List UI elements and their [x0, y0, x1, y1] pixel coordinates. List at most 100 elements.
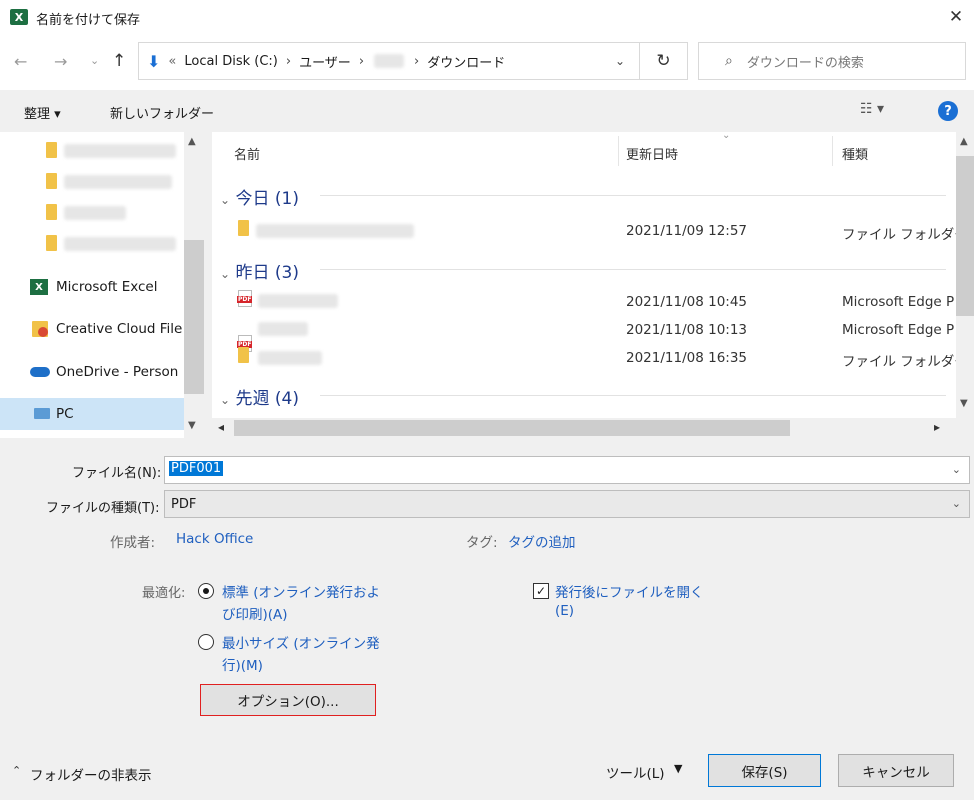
options-button[interactable]: オプション(O)... — [200, 684, 376, 716]
chevron-right-icon: › — [285, 53, 292, 69]
sidebar-item-blurred[interactable] — [64, 175, 172, 189]
file-date: 2021/11/08 10:45 — [626, 294, 748, 310]
tags-value[interactable]: タグの追加 — [508, 531, 576, 551]
sidebar-item-excel[interactable]: Microsoft Excel — [56, 279, 158, 295]
file-list-horizontal-scrollbar[interactable]: ◂ ▸ — [212, 418, 974, 438]
file-name-blurred[interactable] — [258, 351, 322, 365]
folder-icon — [238, 347, 249, 363]
recent-dropdown-icon[interactable]: ⌄ — [90, 54, 99, 67]
file-name-blurred[interactable] — [258, 322, 308, 336]
open-after-publish-label-1[interactable]: 発行後にファイルを開く — [555, 581, 704, 601]
group-divider — [320, 395, 946, 396]
open-after-publish-checkbox[interactable]: ✓ — [533, 583, 549, 599]
sidebar-item-blurred[interactable] — [64, 237, 176, 251]
folder-icon — [46, 204, 57, 220]
filename-input[interactable]: PDF001 — [169, 461, 224, 476]
breadcrumb-overflow[interactable]: « — [168, 54, 176, 69]
chevron-down-icon[interactable]: ⌄ — [952, 463, 961, 476]
help-icon[interactable]: ? — [938, 101, 958, 121]
scroll-left-icon[interactable]: ◂ — [218, 420, 224, 434]
chevron-down-icon[interactable]: ⌄ — [615, 54, 625, 68]
file-name-blurred[interactable] — [258, 294, 338, 308]
optimize-minimum-label-2[interactable]: 行)(M) — [222, 654, 263, 674]
breadcrumb-user-folder[interactable] — [374, 54, 405, 68]
scroll-down-icon[interactable]: ▼ — [188, 420, 196, 431]
scroll-up-icon[interactable]: ▲ — [188, 136, 196, 147]
group-header-today[interactable]: ⌄ 今日 (1) — [220, 184, 299, 209]
sidebar-item-creative-cloud[interactable]: Creative Cloud File — [56, 321, 182, 337]
group-divider — [320, 269, 946, 270]
file-list-vertical-scrollbar[interactable]: ▲ ▼ — [956, 132, 974, 418]
column-divider[interactable] — [618, 136, 619, 166]
onedrive-icon — [30, 367, 50, 377]
address-bar[interactable]: ⬇ « Local Disk (C:) › ユーザー › › ダウンロード ⌄ — [138, 42, 640, 80]
sidebar-item-pc[interactable]: PC — [56, 406, 74, 422]
search-input[interactable]: ダウンロードの検索 — [747, 52, 864, 71]
filetype-select[interactable]: PDF ⌄ — [164, 490, 970, 518]
tags-label: タグ: — [466, 535, 498, 551]
optimize-standard-radio[interactable] — [198, 583, 214, 599]
scroll-up-icon[interactable]: ▲ — [960, 136, 968, 147]
save-button[interactable]: 保存(S) — [708, 754, 821, 787]
file-date: 2021/11/08 10:13 — [626, 322, 748, 338]
scroll-right-icon[interactable]: ▸ — [934, 420, 940, 434]
new-folder-button[interactable]: 新しいフォルダー — [110, 103, 214, 122]
folder-icon — [46, 142, 57, 158]
file-type: ファイル フォルダー — [842, 354, 968, 370]
chevron-down-icon: ⌄ — [220, 193, 231, 207]
column-header-type[interactable]: 種類 — [842, 144, 868, 163]
navigation-pane: X Microsoft Excel Creative Cloud File On… — [0, 132, 204, 438]
file-name-blurred[interactable] — [256, 224, 414, 238]
folder-icon — [46, 235, 57, 251]
column-header-date[interactable]: 更新日時 — [626, 144, 678, 163]
group-label: 先週 (4) — [235, 389, 299, 409]
sidebar-item-blurred[interactable] — [64, 144, 176, 158]
tools-menu[interactable]: ツール(L) — [606, 762, 665, 782]
chevron-down-icon: ⌄ — [951, 497, 961, 510]
scrollbar-thumb[interactable] — [184, 240, 204, 394]
search-box[interactable]: ⌕ ダウンロードの検索 — [698, 42, 966, 80]
organize-button[interactable]: 整理 ▾ — [24, 103, 61, 122]
cancel-button[interactable]: キャンセル — [838, 754, 954, 787]
view-options-icon[interactable]: ☷ ▾ — [860, 101, 884, 117]
breadcrumb-users[interactable]: ユーザー — [299, 52, 351, 71]
optimize-minimum-radio[interactable] — [198, 634, 214, 650]
sidebar-scrollbar[interactable]: ▲ ▼ — [184, 132, 204, 438]
group-header-last-week[interactable]: ⌄ 先週 (4) — [220, 384, 299, 409]
scrollbar-thumb[interactable] — [234, 420, 790, 436]
group-label: 今日 (1) — [235, 189, 299, 209]
author-value[interactable]: Hack Office — [176, 531, 253, 547]
sidebar-item-pc-selected[interactable] — [0, 398, 184, 430]
up-arrow-icon[interactable]: ↑ — [112, 51, 126, 71]
chevron-down-icon: ⌄ — [220, 267, 231, 281]
chevron-up-icon[interactable]: ⌃ — [12, 764, 21, 777]
window-title: 名前を付けて保存 — [36, 13, 141, 28]
author-label: 作成者: — [110, 535, 156, 551]
filename-label: ファイル名(N): — [72, 466, 162, 481]
back-arrow-icon[interactable]: ← — [14, 52, 27, 71]
caret-down-icon[interactable]: ▼ — [674, 762, 682, 775]
group-header-yesterday[interactable]: ⌄ 昨日 (3) — [220, 258, 299, 283]
title-bar — [0, 0, 974, 34]
optimize-standard-label-2[interactable]: び印刷)(A) — [222, 603, 288, 623]
forward-arrow-icon[interactable]: → — [54, 52, 67, 71]
sidebar-item-blurred[interactable] — [64, 206, 126, 220]
column-divider[interactable] — [832, 136, 833, 166]
scrollbar-thumb[interactable] — [956, 156, 974, 316]
pc-icon — [34, 408, 50, 419]
breadcrumb-downloads[interactable]: ダウンロード — [427, 52, 505, 71]
chevron-right-icon: › — [414, 53, 420, 69]
filename-field[interactable]: PDF001 ⌄ — [164, 456, 970, 484]
sidebar-item-onedrive[interactable]: OneDrive - Person — [56, 364, 178, 380]
open-after-publish-label-2[interactable]: (E) — [555, 603, 574, 619]
refresh-icon[interactable]: ↻ — [640, 42, 688, 80]
breadcrumb-local-disk[interactable]: Local Disk (C:) — [184, 54, 277, 69]
chevron-right-icon: › — [358, 53, 365, 69]
column-header-name[interactable]: 名前 — [234, 144, 260, 163]
file-date: 2021/11/09 12:57 — [626, 223, 748, 239]
close-icon[interactable]: ✕ — [944, 5, 968, 29]
scroll-down-icon[interactable]: ▼ — [960, 398, 968, 409]
optimize-standard-label-1[interactable]: 標準 (オンライン発行およ — [222, 581, 380, 601]
optimize-minimum-label-1[interactable]: 最小サイズ (オンライン発 — [222, 632, 380, 652]
hide-folders-toggle[interactable]: フォルダーの非表示 — [30, 764, 152, 784]
